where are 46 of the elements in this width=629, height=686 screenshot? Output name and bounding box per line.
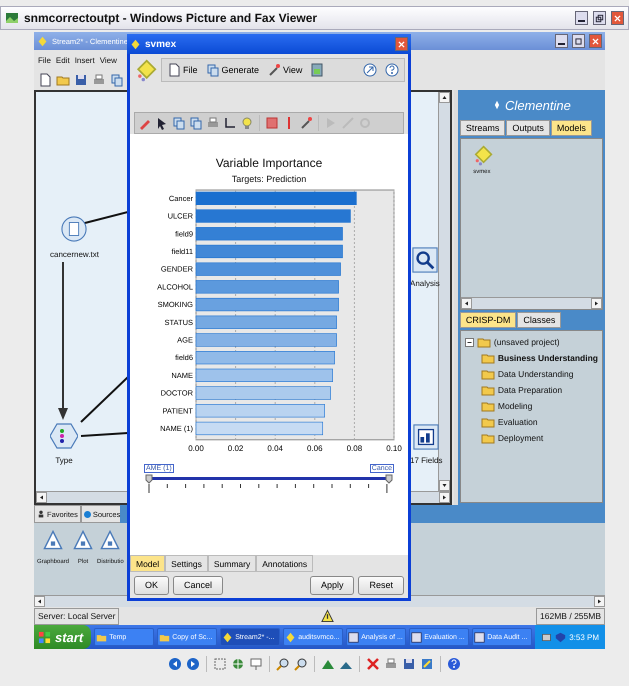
tab[interactable]: Annotations bbox=[256, 555, 314, 572]
tick-label: 0.10 bbox=[386, 444, 402, 453]
tab[interactable]: Settings bbox=[165, 555, 208, 572]
node-label: cancernew.txt bbox=[50, 250, 99, 259]
tick-label: 0.02 bbox=[228, 444, 244, 453]
tree-item[interactable]: Business Understanding bbox=[498, 353, 598, 363]
menu-item[interactable]: Edit bbox=[56, 56, 70, 64]
tab[interactable]: Classes bbox=[517, 312, 562, 328]
tick-label: 0.08 bbox=[346, 444, 362, 453]
tab[interactable]: Outputs bbox=[506, 120, 550, 136]
menu-item[interactable]: View bbox=[267, 63, 302, 77]
tree-item[interactable]: (unsaved project) bbox=[494, 337, 560, 347]
tree-item[interactable]: Deployment bbox=[498, 433, 544, 443]
tick-label: 0.04 bbox=[267, 444, 283, 453]
tick-label: 0.00 bbox=[188, 444, 204, 453]
start-button[interactable]: start bbox=[34, 625, 92, 649]
tick-label: 0.06 bbox=[307, 444, 323, 453]
tab[interactable]: Streams bbox=[460, 120, 506, 136]
dialog-button[interactable]: Cancel bbox=[173, 576, 224, 594]
menu-item[interactable]: Insert bbox=[74, 56, 95, 64]
menu-item[interactable]: Generate bbox=[206, 63, 260, 77]
tree-item[interactable]: Evaluation bbox=[498, 417, 538, 427]
node-label: Analysis bbox=[410, 279, 440, 288]
menu-item[interactable]: File bbox=[38, 56, 51, 64]
tree-item[interactable]: Data Preparation bbox=[498, 385, 562, 395]
dialog-title: svmex bbox=[145, 38, 178, 50]
dialog-button[interactable]: Reset bbox=[358, 576, 404, 594]
clock: 3:53 PM bbox=[569, 632, 599, 642]
chart-subtitle: Targets: Prediction bbox=[232, 174, 306, 184]
tab[interactable]: Model bbox=[130, 555, 166, 572]
window-title: snmcorrectoutpt - Windows Picture and Fax Viewer bbox=[24, 11, 318, 25]
memory-status: 162MB / 255MB bbox=[536, 608, 605, 624]
dialog-button[interactable]: OK bbox=[134, 576, 170, 594]
tab[interactable]: Summary bbox=[208, 555, 256, 572]
dialog-button[interactable]: Apply bbox=[310, 576, 354, 594]
chart-title: Variable Importance bbox=[216, 156, 322, 170]
tab[interactable]: CRISP-DM bbox=[460, 312, 516, 328]
node-label: Type bbox=[55, 456, 73, 465]
node-label: 17 Fields bbox=[410, 456, 442, 465]
menu-item[interactable]: View bbox=[100, 56, 117, 64]
tree-item[interactable]: Data Understanding bbox=[498, 369, 574, 379]
logo-text: Clementine bbox=[505, 98, 571, 112]
server-status: Server: Local Server bbox=[34, 608, 120, 624]
tab[interactable]: Models bbox=[550, 120, 592, 136]
tree-item[interactable]: Modeling bbox=[498, 401, 532, 411]
menu-item[interactable]: File bbox=[167, 63, 198, 77]
